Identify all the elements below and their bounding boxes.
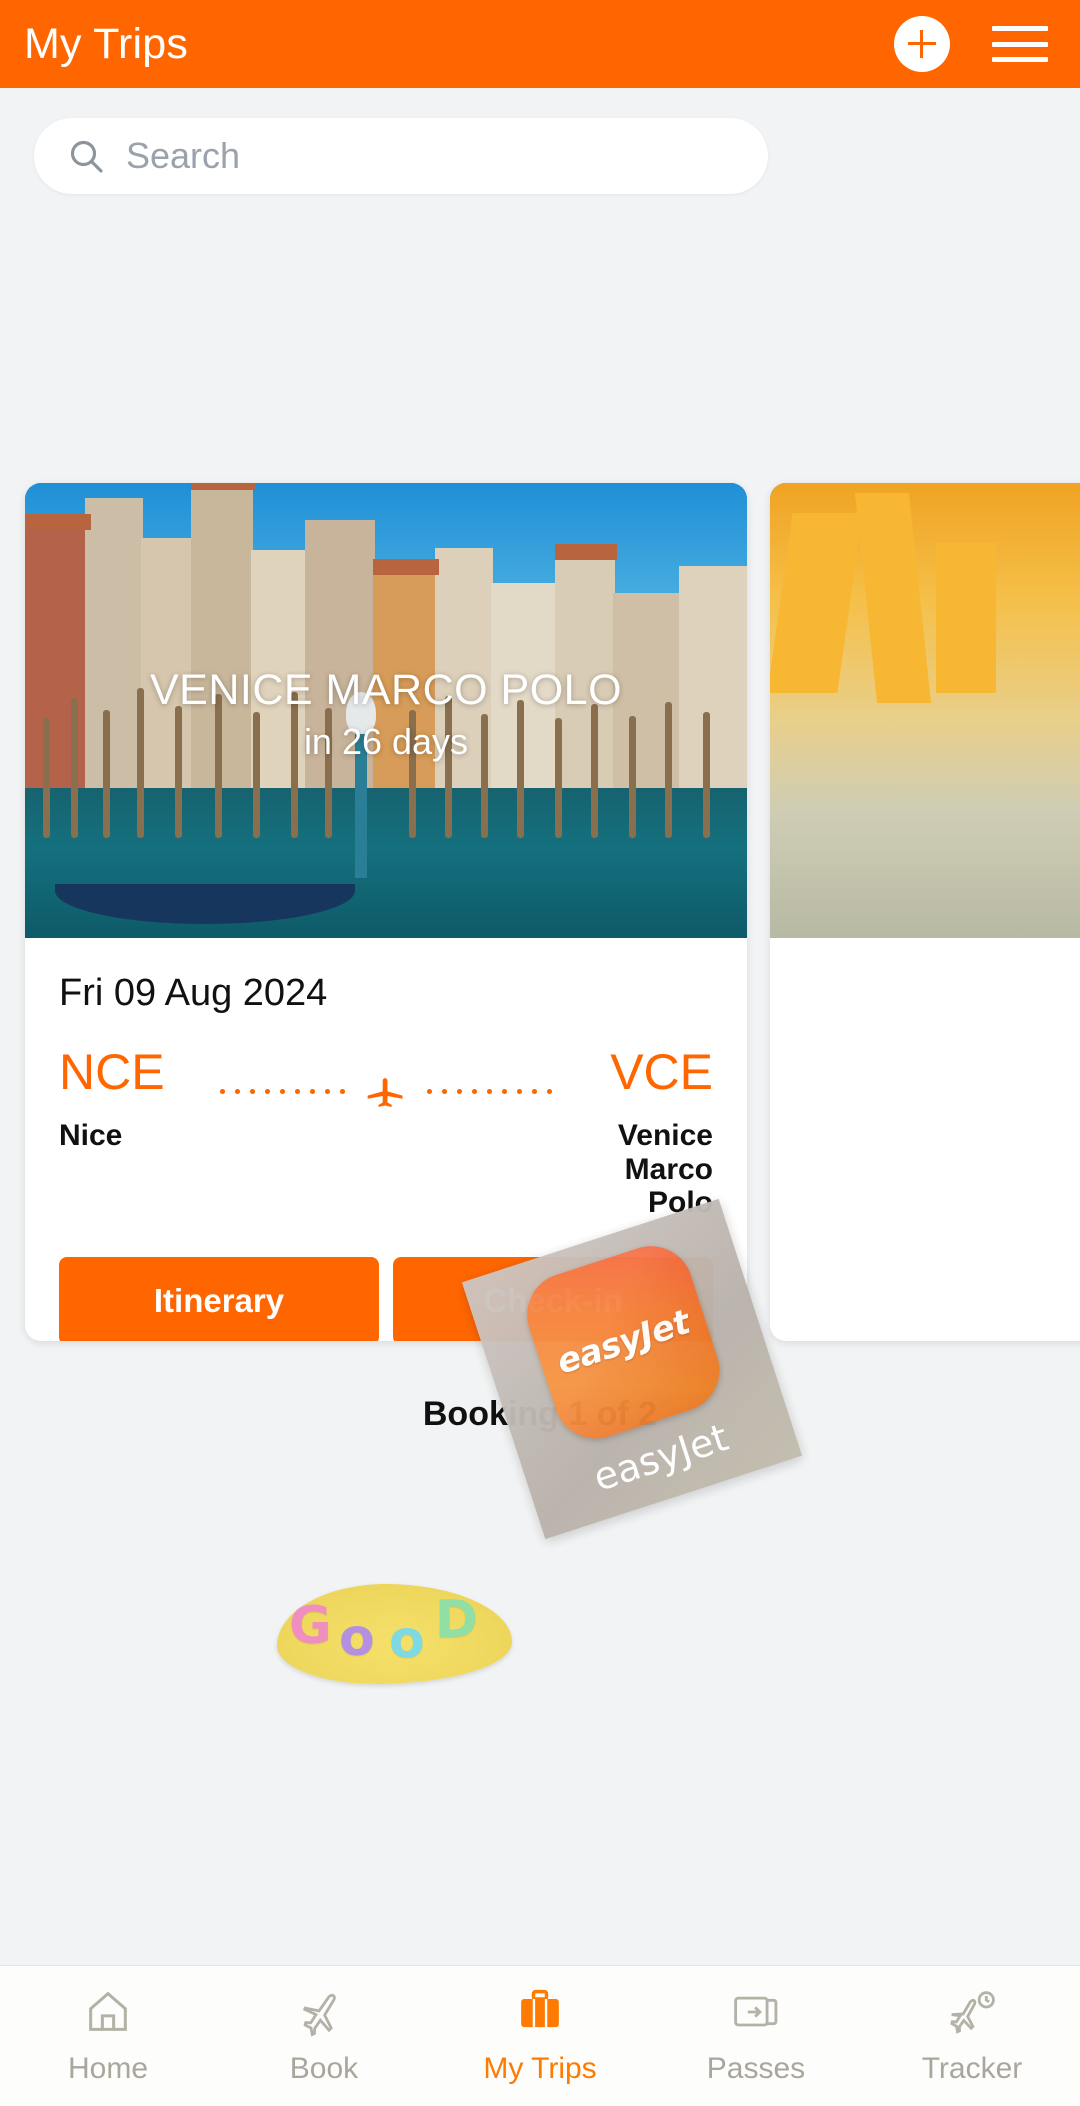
candy-letter-o2: o bbox=[389, 1610, 425, 1670]
bottom-navigation: Home Book My Trips Passes Tracker bbox=[0, 1965, 1080, 2106]
destination-photo: VENICE MARCO POLO in 26 days bbox=[25, 483, 747, 938]
nav-item-my-trips[interactable]: My Trips bbox=[432, 1986, 648, 2086]
route-summary: NCE Nice VCE Venice Marco Polo bbox=[59, 1047, 713, 1220]
trip-card-next[interactable] bbox=[770, 483, 1080, 1341]
nav-label-home: Home bbox=[67, 2052, 149, 2085]
trips-carousel[interactable]: VENICE MARCO POLO in 26 days Fri 09 Aug … bbox=[0, 483, 1080, 1684]
airplane-book-icon bbox=[302, 1993, 336, 2037]
nav-item-home[interactable]: Home bbox=[0, 1986, 216, 2086]
nav-item-passes[interactable]: Passes bbox=[648, 1986, 864, 2086]
photo-overlay: VENICE MARCO POLO in 26 days bbox=[25, 669, 747, 760]
flight-tracker-clock-icon bbox=[950, 1991, 995, 2034]
destination-city: Venice Marco Polo bbox=[617, 1119, 713, 1220]
trip-date: Fri 09 Aug 2024 bbox=[59, 972, 328, 1014]
app-header: My Trips bbox=[0, 0, 1080, 88]
nav-label-my-trips: My Trips bbox=[483, 2052, 597, 2085]
easyjet-logo-icon: easyJet bbox=[516, 1235, 731, 1450]
candy-letter-d: D bbox=[435, 1590, 479, 1650]
candy-letter-g: G bbox=[289, 1596, 332, 1656]
hamburger-menu-icon[interactable] bbox=[992, 22, 1048, 66]
route-origin: NCE Nice bbox=[59, 1047, 215, 1153]
destination-photo-next bbox=[770, 483, 1080, 938]
search-bar[interactable] bbox=[34, 118, 768, 194]
trip-card[interactable]: VENICE MARCO POLO in 26 days Fri 09 Aug … bbox=[25, 483, 747, 1341]
origin-city: Nice bbox=[59, 1119, 123, 1152]
good-candy-sticker: G o o D bbox=[277, 1584, 512, 1684]
itinerary-button[interactable]: Itinerary bbox=[59, 1257, 379, 1341]
destination-countdown: in 26 days bbox=[303, 721, 469, 762]
destination-name: VENICE MARCO POLO bbox=[149, 666, 623, 714]
nav-label-tracker: Tracker bbox=[921, 2052, 1023, 2085]
add-trip-button[interactable] bbox=[894, 16, 950, 72]
nav-item-book[interactable]: Book bbox=[216, 1986, 432, 2086]
nav-label-book: Book bbox=[289, 2052, 359, 2085]
page-title: My Trips bbox=[24, 19, 189, 68]
route-line bbox=[215, 1047, 557, 1113]
dashed-line-right bbox=[422, 1088, 557, 1094]
candy-letter-o1: o bbox=[339, 1608, 375, 1668]
route-destination: VCE Venice Marco Polo bbox=[557, 1047, 713, 1220]
home-icon bbox=[89, 1991, 127, 2031]
search-input[interactable] bbox=[124, 134, 688, 178]
origin-code: NCE bbox=[59, 1044, 165, 1100]
nav-label-passes: Passes bbox=[706, 2052, 806, 2085]
plus-icon bbox=[907, 29, 937, 59]
boarding-pass-icon bbox=[734, 1996, 778, 2027]
nav-item-tracker[interactable]: Tracker bbox=[864, 1986, 1080, 2086]
destination-code: VCE bbox=[610, 1044, 713, 1100]
suitcase-icon bbox=[521, 1989, 559, 2028]
search-icon bbox=[70, 140, 103, 173]
airplane-icon bbox=[364, 1069, 408, 1113]
dashed-line-left bbox=[215, 1088, 350, 1094]
easyjet-tile-text: easyJet bbox=[552, 1302, 695, 1383]
